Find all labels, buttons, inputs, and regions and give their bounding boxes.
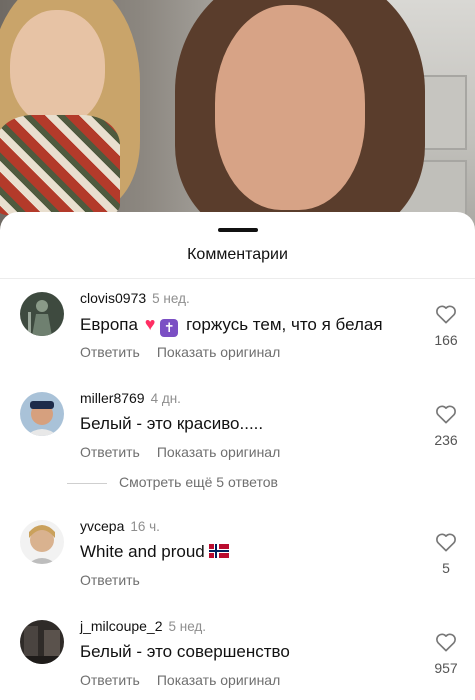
like-control[interactable]: 5 (431, 532, 461, 576)
username[interactable]: miller8769 (80, 390, 145, 406)
heart-outline-icon[interactable] (435, 304, 457, 324)
like-control[interactable]: 166 (431, 304, 461, 348)
view-more-replies[interactable]: Смотреть ещё 5 ответов (67, 474, 367, 494)
comments-sheet: Комментарии clovis0973 5 нед. Европа ♥ ✝ г… (0, 212, 475, 700)
reply-button[interactable]: Ответить (80, 672, 140, 688)
show-original-button[interactable]: Показать оригинал (157, 672, 280, 688)
video-person-left-scarf (0, 115, 120, 215)
comment-text-part: Европа (80, 315, 138, 334)
comment-item: j_milcoupe_2 5 нед. Белый - это совершенс… (0, 618, 475, 698)
username[interactable]: clovis0973 (80, 290, 146, 306)
username[interactable]: j_milcoupe_2 (80, 618, 163, 634)
like-count: 166 (434, 332, 458, 348)
timestamp: 16 ч. (130, 519, 160, 534)
replies-divider-line (67, 483, 107, 484)
avatar[interactable] (20, 292, 64, 336)
header-divider (0, 278, 475, 279)
heart-outline-icon[interactable] (435, 404, 457, 424)
norway-flag-icon (208, 544, 229, 558)
comment-actions: Ответить (80, 572, 140, 588)
red-heart-icon: ♥ (144, 314, 156, 334)
show-original-button[interactable]: Показать оригинал (157, 344, 280, 360)
comment-text: White and proud (80, 542, 229, 562)
comment-item: yvcepa 16 ч. White and proud Ответить 5 (0, 518, 475, 598)
avatar[interactable] (20, 620, 64, 664)
like-count: 5 (442, 560, 450, 576)
like-count: 236 (434, 432, 458, 448)
sheet-drag-handle[interactable] (218, 228, 258, 232)
video-person-left-face (10, 10, 105, 125)
comment-item: miller8769 4 дн. Белый - это красиво.....… (0, 390, 475, 470)
video-person-right-face (215, 5, 365, 210)
comment-actions: Ответить Показать оригинал (80, 444, 280, 460)
username[interactable]: yvcepa (80, 518, 124, 534)
comment-text-part: White and proud (80, 542, 205, 561)
avatar[interactable] (20, 520, 64, 564)
comment-meta: yvcepa 16 ч. (80, 518, 160, 534)
reply-button[interactable]: Ответить (80, 444, 140, 460)
sheet-title: Комментарии (187, 246, 288, 263)
comment-text-part: горжусь тем, что я белая (186, 315, 383, 334)
heart-outline-icon[interactable] (435, 632, 457, 652)
comment-meta: clovis0973 5 нед. (80, 290, 190, 306)
reply-button[interactable]: Ответить (80, 572, 140, 588)
heart-outline-icon[interactable] (435, 532, 457, 552)
comment-text: Белый - это совершенство (80, 642, 290, 661)
comment-meta: j_milcoupe_2 5 нед. (80, 618, 206, 634)
timestamp: 5 нед. (152, 291, 190, 306)
like-count: 957 (434, 660, 458, 676)
comment-actions: Ответить Показать оригинал (80, 344, 280, 360)
avatar[interactable] (20, 392, 64, 436)
video-background (0, 0, 475, 232)
comment-text: Европа ♥ ✝ горжусь тем, что я белая (80, 314, 383, 337)
reply-button[interactable]: Ответить (80, 344, 140, 360)
view-more-replies-label[interactable]: Смотреть ещё 5 ответов (119, 474, 278, 490)
latin-cross-icon: ✝ (160, 319, 179, 337)
like-control[interactable]: 957 (431, 632, 461, 676)
comment-meta: miller8769 4 дн. (80, 390, 181, 406)
timestamp: 4 дн. (150, 391, 181, 406)
timestamp: 5 нед. (168, 619, 207, 634)
comment-item: clovis0973 5 нед. Европа ♥ ✝ горжусь тем, … (0, 290, 475, 370)
show-original-button[interactable]: Показать оригинал (157, 444, 280, 460)
comment-text: Белый - это красиво..... (80, 414, 264, 433)
like-control[interactable]: 236 (431, 404, 461, 448)
comment-actions: Ответить Показать оригинал (80, 672, 280, 688)
